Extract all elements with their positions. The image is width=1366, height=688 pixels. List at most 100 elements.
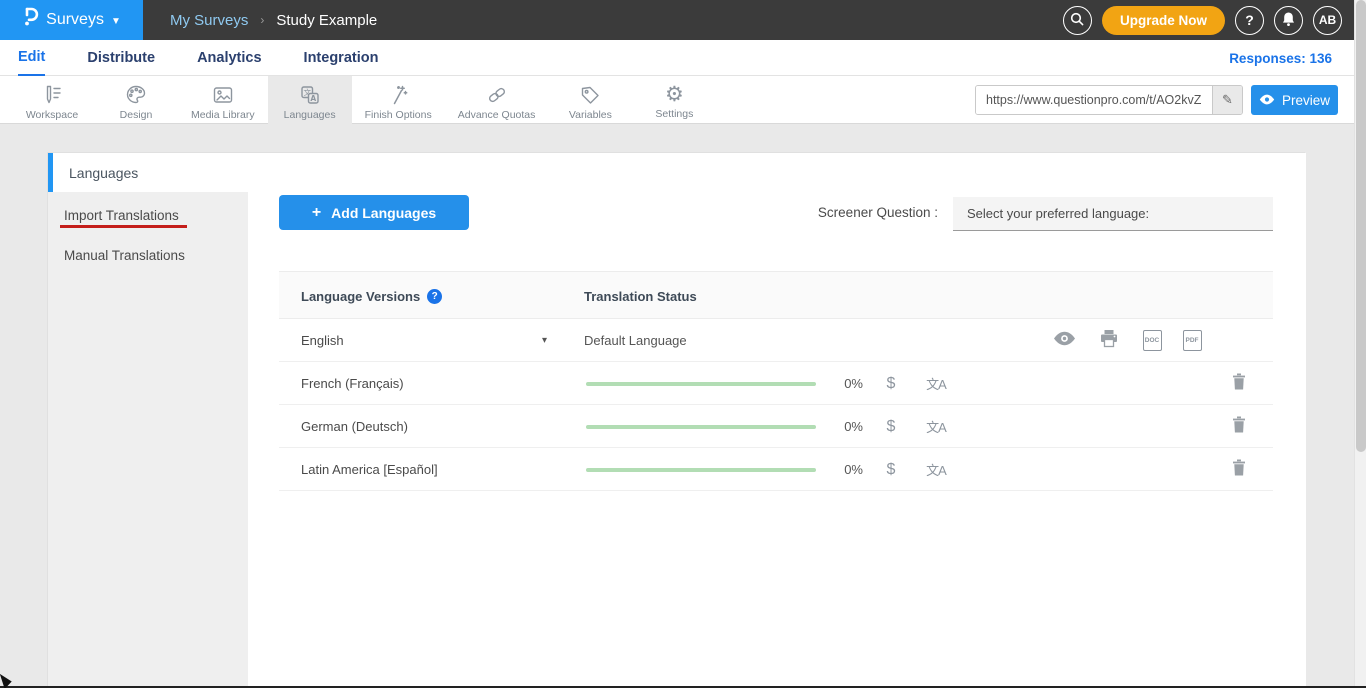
upgrade-now-button[interactable]: Upgrade Now <box>1102 6 1225 35</box>
toolbar-item-design[interactable]: Design <box>94 76 178 124</box>
toolbar-item-languages[interactable]: 文 A Languages <box>268 76 352 124</box>
language-name: German (Deutsch) <box>301 405 408 448</box>
tab-edit[interactable]: Edit <box>18 40 45 76</box>
delete-language-button[interactable] <box>1229 362 1249 405</box>
tab-analytics[interactable]: Analytics <box>197 40 261 76</box>
trash-icon <box>1232 459 1246 481</box>
tabs-bar: Edit Distribute Analytics Integration Re… <box>0 40 1366 76</box>
help-button[interactable]: ? <box>1235 6 1264 35</box>
responses-count[interactable]: Responses: 136 <box>1229 40 1332 76</box>
toolbar-item-label: Advance Quotas <box>458 109 536 121</box>
page-scrollbar[interactable] <box>1354 0 1366 688</box>
toolbar-item-label: Design <box>120 109 153 121</box>
sidebar-item-manual-translations[interactable]: Manual Translations <box>48 240 248 270</box>
tab-integration[interactable]: Integration <box>304 40 379 76</box>
translation-progress-bar <box>586 468 816 472</box>
finish-options-wand-icon <box>386 83 410 107</box>
brand-chevron-down-icon: ▼ <box>111 16 121 27</box>
column-header-translation-status: Translation Status <box>584 272 697 320</box>
delete-language-button[interactable] <box>1229 448 1249 491</box>
toolbar-items: Workspace Design Media Library <box>10 76 716 124</box>
toolbar-item-label: Media Library <box>191 109 255 121</box>
add-languages-button[interactable]: + Add Languages <box>279 195 469 230</box>
languages-icon: 文 A <box>298 83 322 107</box>
table-row-french: French (Français) 0% $ 文A <box>279 362 1273 405</box>
advance-quotas-chain-icon <box>485 83 509 107</box>
language-dropdown-caret-icon[interactable]: ▾ <box>542 319 547 362</box>
paid-translation-button[interactable]: $ <box>881 448 901 491</box>
pdf-file-icon: PDF <box>1183 330 1202 351</box>
transliterate-icon[interactable]: 文A <box>923 448 949 491</box>
top-navbar: Surveys ▼ My Surveys › Study Example Upg… <box>0 0 1366 40</box>
toolbar-item-label: Workspace <box>26 109 78 121</box>
column-header-label: Language Versions <box>301 289 420 304</box>
toolbar-item-media-library[interactable]: Media Library <box>178 76 268 124</box>
transliterate-icon[interactable]: 文A <box>923 405 949 448</box>
survey-toolbar: Workspace Design Media Library <box>0 76 1366 124</box>
svg-text:A: A <box>310 94 316 103</box>
translation-progress-bar <box>586 382 816 386</box>
breadcrumb: My Surveys › Study Example <box>170 0 377 40</box>
languages-main: + Add Languages Screener Question : Sele… <box>248 153 1306 688</box>
breadcrumb-parent[interactable]: My Surveys <box>170 12 248 29</box>
panel-sidebar: Import Translations Manual Translations <box>48 192 248 688</box>
printer-icon <box>1099 329 1119 353</box>
paid-translation-button[interactable]: $ <box>881 362 901 405</box>
transliterate-icon[interactable]: 文A <box>923 362 949 405</box>
translation-progress-bar <box>586 425 816 429</box>
variables-tag-icon <box>578 83 602 107</box>
add-languages-label: Add Languages <box>331 205 436 221</box>
language-name: French (Français) <box>301 362 404 405</box>
edit-url-button[interactable]: ✎ <box>1212 86 1242 114</box>
sidebar-item-languages[interactable]: Languages <box>48 153 248 192</box>
toolbar-item-variables[interactable]: Variables <box>548 76 632 124</box>
help-icon: ? <box>1245 12 1254 28</box>
tabs: Edit Distribute Analytics Integration <box>18 40 378 76</box>
settings-gear-icon: ⚙ <box>665 84 684 106</box>
language-name: English <box>301 319 344 362</box>
screener-question-value: Select your preferred language: <box>967 206 1149 221</box>
breadcrumb-separator-icon: › <box>260 13 264 27</box>
delete-language-button[interactable] <box>1229 405 1249 448</box>
translation-progress-percent: 0% <box>831 448 863 491</box>
questionpro-logo-icon <box>22 6 39 35</box>
export-pdf-button[interactable]: PDF <box>1181 319 1203 362</box>
avatar[interactable]: AB <box>1313 6 1342 35</box>
table-row-german: German (Deutsch) 0% $ 文A <box>279 405 1273 448</box>
design-palette-icon <box>124 83 148 107</box>
preview-button[interactable]: Preview <box>1251 85 1338 115</box>
toolbar-item-settings[interactable]: ⚙ Settings <box>632 76 716 124</box>
toolbar-item-workspace[interactable]: Workspace <box>10 76 94 124</box>
workspace-icon <box>40 83 64 107</box>
search-button[interactable] <box>1063 6 1092 35</box>
table-row-english: English ▾ Default Language DOC <box>279 319 1273 362</box>
toolbar-item-finish-options[interactable]: Finish Options <box>352 76 445 124</box>
content-area: Languages Import Translations Manual Tra… <box>0 124 1366 688</box>
column-header-language-versions: Language Versions ? <box>301 272 442 320</box>
eye-icon <box>1259 93 1275 108</box>
toolbar-item-label: Finish Options <box>365 109 432 121</box>
survey-url-input[interactable] <box>976 86 1212 114</box>
search-icon <box>1069 11 1085 30</box>
help-circle-icon[interactable]: ? <box>427 289 442 304</box>
view-survey-button[interactable] <box>1051 319 1077 362</box>
screener-question-select[interactable]: Select your preferred language: <box>953 197 1273 231</box>
tab-distribute[interactable]: Distribute <box>87 40 155 76</box>
toolbar-item-label: Languages <box>284 109 336 121</box>
trash-icon <box>1232 416 1246 438</box>
scrollbar-thumb[interactable] <box>1356 0 1366 452</box>
avatar-initials: AB <box>1319 13 1336 27</box>
breadcrumb-current: Study Example <box>276 12 377 29</box>
toolbar-item-advance-quotas[interactable]: Advance Quotas <box>445 76 549 124</box>
brand-logo-button[interactable]: Surveys ▼ <box>0 0 143 40</box>
translation-progress-percent: 0% <box>831 405 863 448</box>
notifications-button[interactable] <box>1274 6 1303 35</box>
export-doc-button[interactable]: DOC <box>1141 319 1163 362</box>
survey-url-group: ✎ <box>975 85 1243 115</box>
paid-translation-button[interactable]: $ <box>881 405 901 448</box>
media-library-icon <box>211 83 235 107</box>
print-button[interactable] <box>1097 319 1121 362</box>
toolbar-item-label: Settings <box>655 108 693 120</box>
translation-progress-percent: 0% <box>831 362 863 405</box>
languages-panel: Languages Import Translations Manual Tra… <box>47 152 1305 688</box>
